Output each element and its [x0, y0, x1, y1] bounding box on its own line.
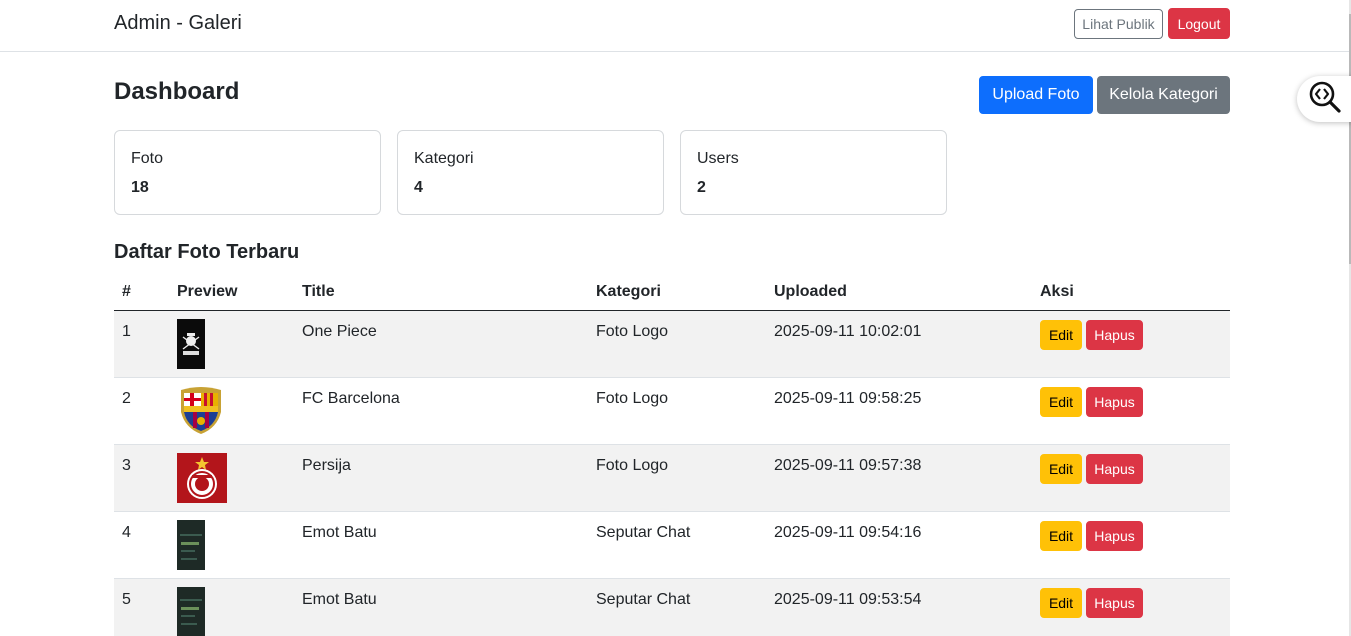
preview-thumbnail	[177, 520, 205, 575]
stat-card-kategori: Kategori 4	[397, 130, 664, 215]
delete-button[interactable]: Hapus	[1086, 320, 1143, 350]
row-kategori: Foto Logo	[596, 390, 669, 407]
table-row: 4 Emot Batu Seputar Chat 2025-09-11 09:5…	[114, 512, 1230, 579]
row-uploaded: 2025-09-11 09:57:38	[774, 457, 922, 474]
edit-button[interactable]: Edit	[1040, 454, 1082, 484]
floating-inspector-badge[interactable]	[1297, 76, 1351, 122]
row-title: Persija	[302, 457, 351, 474]
delete-button[interactable]: Hapus	[1086, 588, 1143, 618]
manage-category-button[interactable]: Kelola Kategori	[1097, 76, 1230, 114]
row-number: 4	[122, 524, 131, 541]
row-kategori: Seputar Chat	[596, 591, 691, 608]
preview-thumbnail	[177, 386, 225, 441]
logout-button[interactable]: Logout	[1168, 8, 1230, 39]
column-header-number: #	[122, 283, 131, 300]
row-kategori: Foto Logo	[596, 323, 669, 340]
table-row: 5 Emot Batu Seputar Chat 2025-09-11 09:5…	[114, 579, 1230, 636]
row-uploaded: 2025-09-11 09:54:16	[774, 524, 922, 541]
row-title: Emot Batu	[302, 591, 377, 608]
upload-photo-button[interactable]: Upload Foto	[979, 76, 1093, 114]
preview-thumbnail	[177, 587, 205, 636]
stat-label: Kategori	[414, 150, 474, 167]
column-header-preview: Preview	[177, 283, 238, 300]
edit-button[interactable]: Edit	[1040, 387, 1082, 417]
column-header-uploaded: Uploaded	[774, 283, 847, 300]
section-title: Daftar Foto Terbaru	[114, 241, 300, 263]
row-number: 3	[122, 457, 131, 474]
stat-label: Users	[697, 150, 739, 167]
stat-label: Foto	[131, 150, 164, 167]
row-title: FC Barcelona	[302, 390, 400, 407]
row-uploaded: 2025-09-11 10:02:01	[774, 323, 922, 340]
edit-button[interactable]: Edit	[1040, 588, 1082, 618]
row-kategori: Foto Logo	[596, 457, 669, 474]
column-header-kategori: Kategori	[596, 283, 661, 300]
column-header-aksi: Aksi	[1040, 283, 1074, 300]
navbar: Admin - Galeri Lihat Publik Logout	[0, 0, 1349, 52]
row-title: One Piece	[302, 323, 377, 340]
navbar-brand[interactable]: Admin - Galeri	[114, 12, 242, 35]
stat-value: 18	[131, 179, 149, 196]
table-header: # Preview Title Kategori Uploaded Aksi	[114, 272, 1230, 311]
stat-value: 4	[414, 179, 423, 196]
page-title: Dashboard	[114, 78, 240, 105]
stat-card-users: Users 2	[680, 130, 947, 215]
edit-button[interactable]: Edit	[1040, 521, 1082, 551]
column-header-title: Title	[302, 283, 335, 300]
delete-button[interactable]: Hapus	[1086, 521, 1143, 551]
row-kategori: Seputar Chat	[596, 524, 691, 541]
edit-button[interactable]: Edit	[1040, 320, 1082, 350]
table-row: 3 Persija Foto Logo 2025-09-11 09:57:38 …	[114, 445, 1230, 512]
row-number: 5	[122, 591, 131, 608]
stat-value: 2	[697, 179, 706, 196]
stat-card-foto: Foto 18	[114, 130, 381, 215]
preview-thumbnail	[177, 319, 205, 374]
delete-button[interactable]: Hapus	[1086, 454, 1143, 484]
public-view-button[interactable]: Lihat Publik	[1074, 9, 1163, 39]
row-uploaded: 2025-09-11 09:53:54	[774, 591, 922, 608]
delete-button[interactable]: Hapus	[1086, 387, 1143, 417]
photo-table: # Preview Title Kategori Uploaded Aksi 1…	[114, 272, 1230, 636]
preview-thumbnail	[177, 453, 227, 508]
code-search-icon	[1307, 79, 1343, 120]
row-number: 2	[122, 390, 131, 407]
table-row: 2 FC Barcelona Foto Logo 2025-09-11 09:5…	[114, 378, 1230, 445]
table-row: 1 One Piece Foto Logo 2025-09-11 10:02:0…	[114, 311, 1230, 378]
row-title: Emot Batu	[302, 524, 377, 541]
row-number: 1	[122, 323, 131, 340]
row-uploaded: 2025-09-11 09:58:25	[774, 390, 922, 407]
